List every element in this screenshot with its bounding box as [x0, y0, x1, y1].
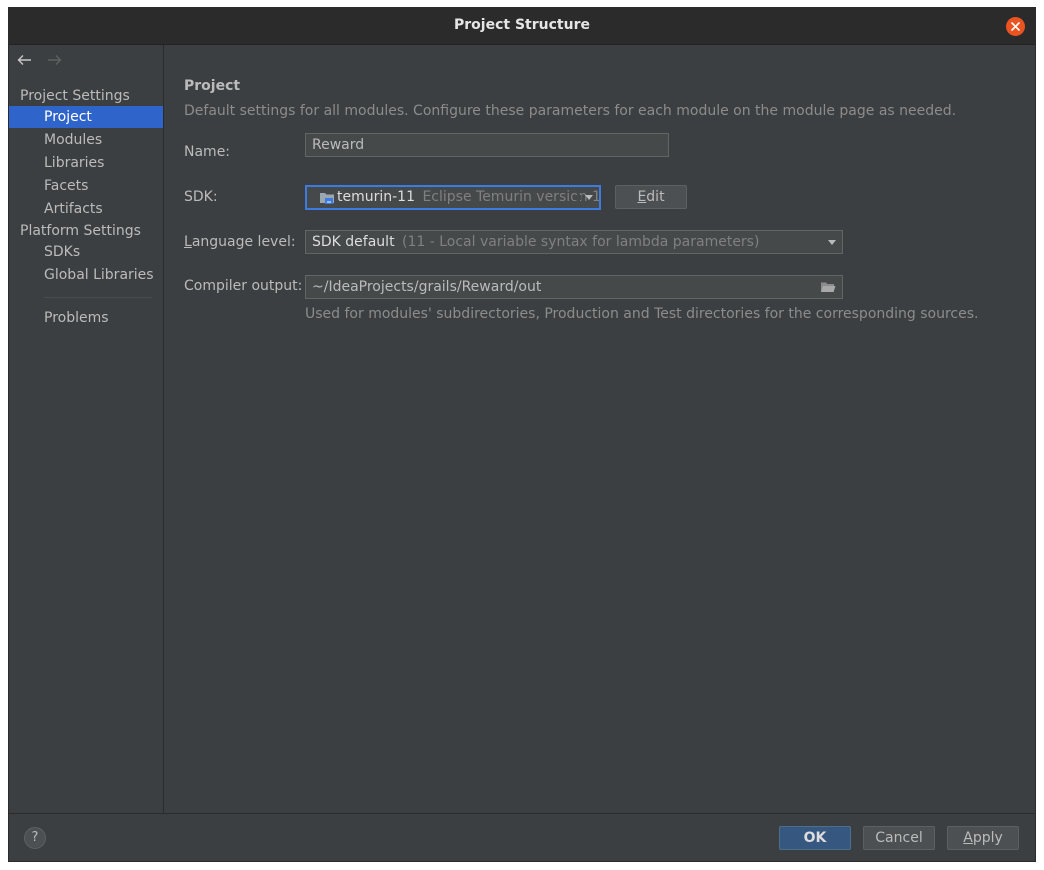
language-level-label-rest: anguage level:: [191, 234, 296, 250]
name-input-value: Reward: [312, 137, 365, 153]
page-description: Default settings for all modules. Config…: [184, 103, 957, 119]
sdk-label: SDK:: [184, 189, 218, 205]
name-label: Name:: [184, 144, 231, 160]
language-level-value: SDK default: [312, 234, 395, 250]
name-input[interactable]: Reward: [305, 133, 669, 157]
compiler-output-label: Compiler output:: [184, 278, 303, 294]
apply-label-rest: pply: [972, 830, 1003, 846]
cancel-button[interactable]: Cancel: [863, 826, 935, 850]
language-level-mnemonic: L: [184, 234, 192, 250]
project-settings-panel: Project Default settings for all modules…: [164, 45, 1035, 813]
title-bar: Project Structure: [9, 8, 1035, 45]
help-icon: ?: [31, 830, 39, 845]
sidebar-item-modules[interactable]: Modules: [9, 129, 163, 151]
sidebar-item-problems[interactable]: Problems: [9, 307, 163, 329]
language-level-label: Language level:: [184, 234, 296, 250]
chevron-down-icon: [585, 195, 593, 200]
chevron-down-icon: [828, 240, 836, 245]
compiler-output-hint: Used for modules' subdirectories, Produc…: [305, 306, 979, 322]
sidebar: Project Settings Project Modules Librari…: [9, 45, 164, 813]
apply-mnemonic: A: [963, 830, 973, 846]
compiler-output-input[interactable]: ~/IdeaProjects/grails/Reward/out: [305, 275, 843, 299]
page-title: Project: [184, 78, 241, 94]
close-button[interactable]: [1006, 17, 1025, 36]
apply-button[interactable]: Apply: [947, 826, 1019, 850]
edit-label-rest: dit: [646, 189, 665, 205]
jdk-folder-icon: [320, 193, 334, 204]
sidebar-header-platform-settings: Platform Settings: [20, 223, 141, 239]
window-title: Project Structure: [454, 17, 590, 33]
close-icon: [1011, 22, 1020, 31]
forward-button[interactable]: [47, 51, 62, 70]
back-arrow-icon: [17, 55, 31, 65]
sdk-detail: Eclipse Temurin version 1: [422, 189, 601, 205]
dialog-footer: ? OK Cancel Apply: [9, 813, 1035, 861]
edit-sdk-button[interactable]: Edit: [615, 185, 687, 209]
language-level-dropdown[interactable]: SDK default (11 - Local variable syntax …: [305, 230, 843, 254]
sdk-dropdown[interactable]: temurin-11 Eclipse Temurin version 1: [305, 185, 601, 210]
sidebar-header-project-settings: Project Settings: [20, 88, 130, 104]
sidebar-item-sdks[interactable]: SDKs: [9, 241, 163, 263]
edit-mnemonic: E: [637, 189, 647, 205]
ok-button[interactable]: OK: [779, 826, 851, 850]
back-button[interactable]: [17, 51, 32, 70]
nav-arrows: [17, 51, 72, 67]
sidebar-item-project[interactable]: Project: [9, 106, 163, 128]
sidebar-item-facets[interactable]: Facets: [9, 175, 163, 197]
project-structure-dialog: Project Structure Project Settings Proje…: [9, 8, 1035, 861]
language-level-detail: (11 - Local variable syntax for lambda p…: [402, 234, 760, 250]
folder-icon[interactable]: [820, 281, 836, 293]
sidebar-item-global-libraries[interactable]: Global Libraries: [9, 264, 163, 286]
sidebar-item-artifacts[interactable]: Artifacts: [9, 198, 163, 220]
compiler-output-value: ~/IdeaProjects/grails/Reward/out: [312, 279, 542, 295]
help-button[interactable]: ?: [24, 827, 46, 849]
sidebar-divider: [44, 297, 152, 298]
sidebar-item-libraries[interactable]: Libraries: [9, 152, 163, 174]
sdk-name: temurin-11: [337, 189, 415, 205]
forward-arrow-icon: [48, 55, 62, 65]
